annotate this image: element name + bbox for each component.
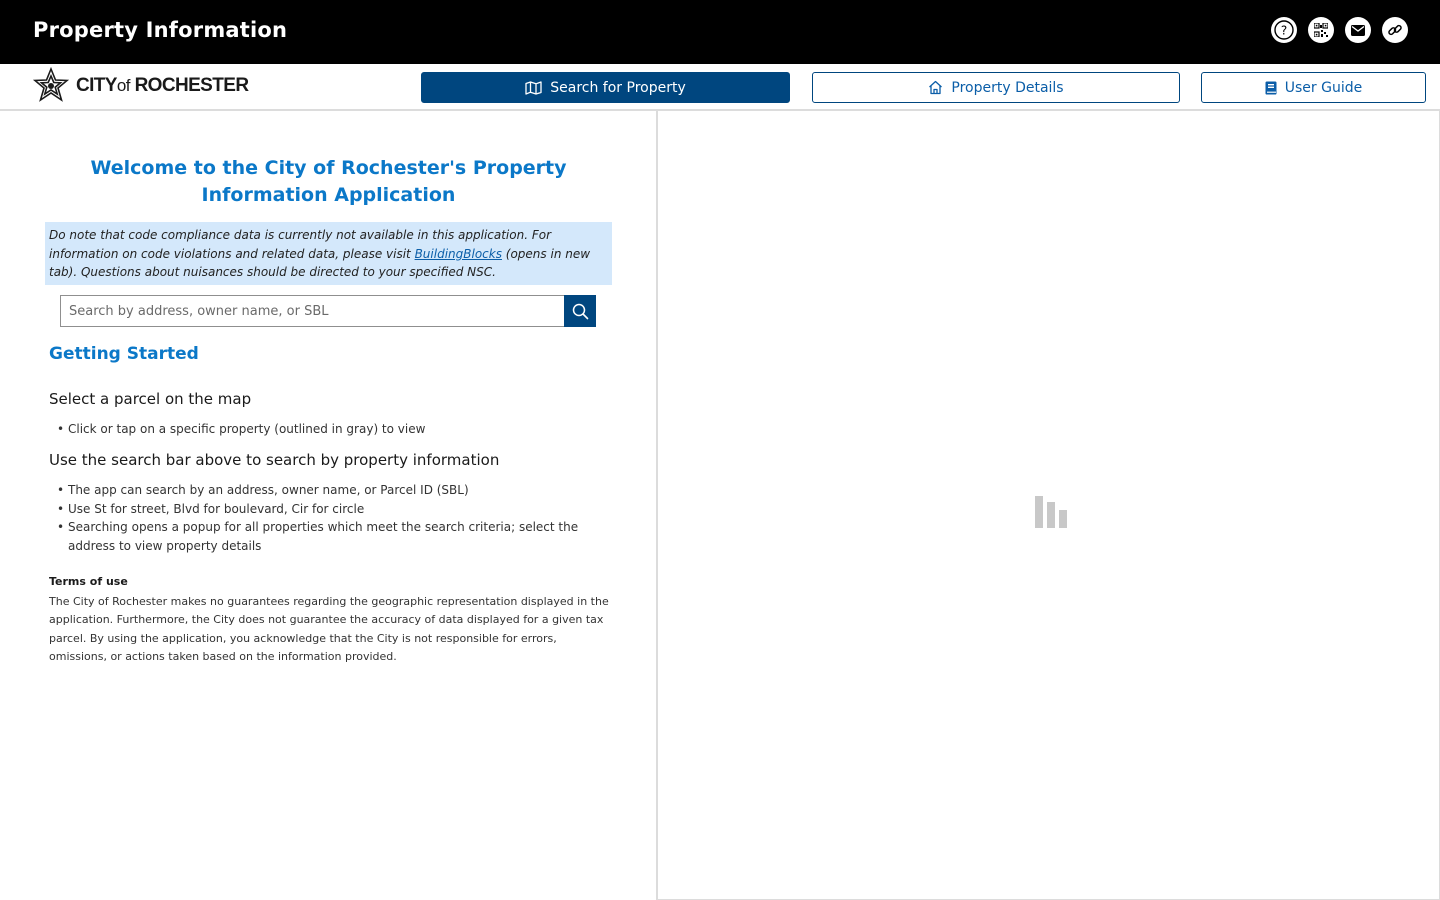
tab-guide-label: User Guide xyxy=(1284,79,1363,96)
qr-code-button[interactable] xyxy=(1308,17,1334,43)
loading-indicator xyxy=(1035,496,1069,530)
qr-code-icon xyxy=(1314,23,1328,37)
book-icon xyxy=(1265,81,1277,94)
city-emblem-icon xyxy=(32,67,70,102)
search-input[interactable] xyxy=(60,295,564,327)
search-icon xyxy=(572,303,588,319)
welcome-heading: Welcome to the City of Rochester's Prope… xyxy=(90,157,567,206)
tab-details-label: Property Details xyxy=(951,79,1064,96)
list-item: Use St for street, Blvd for boulevard, C… xyxy=(57,500,597,519)
app-header: Property Information ? xyxy=(0,0,1440,64)
tab-search-for-property[interactable]: Search for Property xyxy=(421,72,790,103)
search-bar-heading: Use the search bar above to search by pr… xyxy=(49,451,500,469)
loader-bar xyxy=(1059,510,1067,528)
list-item: The app can search by an address, owner … xyxy=(57,481,597,500)
terms-heading: Terms of use xyxy=(49,575,128,588)
tab-property-details[interactable]: Property Details xyxy=(812,72,1180,103)
compliance-notice: Do note that code compliance data is cur… xyxy=(45,222,612,285)
header-actions: ? xyxy=(1271,17,1408,43)
home-icon xyxy=(929,80,943,95)
city-logo[interactable]: CITYof ROCHESTER xyxy=(32,67,249,105)
select-parcel-heading: Select a parcel on the map xyxy=(49,390,252,408)
map-view[interactable] xyxy=(658,111,1440,900)
email-icon xyxy=(1351,24,1365,36)
buildingblocks-link[interactable]: BuildingBlocks xyxy=(415,247,502,261)
select-parcel-list: Click or tap on a specific property (out… xyxy=(57,420,597,439)
search-tips-list: The app can search by an address, owner … xyxy=(57,481,597,555)
tab-search-label: Search for Property xyxy=(550,79,686,96)
email-button[interactable] xyxy=(1345,17,1371,43)
property-search xyxy=(60,295,596,327)
svg-text:?: ? xyxy=(1281,24,1287,38)
link-icon xyxy=(1388,24,1402,36)
loader-bar xyxy=(1047,502,1055,528)
getting-started-heading: Getting Started xyxy=(49,344,199,364)
loader-bar xyxy=(1035,496,1043,528)
list-item: Click or tap on a specific property (out… xyxy=(57,420,597,439)
nav-bar: CITYof ROCHESTER Search for Property Pro… xyxy=(0,64,1440,111)
app-title: Property Information xyxy=(33,18,288,42)
terms-text: The City of Rochester makes no guarantee… xyxy=(49,595,609,663)
share-link-button[interactable] xyxy=(1382,17,1408,43)
city-logo-wordmark: CITYof ROCHESTER xyxy=(76,75,249,96)
help-button[interactable]: ? xyxy=(1271,17,1297,43)
list-item: Searching opens a popup for all properti… xyxy=(57,518,597,555)
search-button[interactable] xyxy=(564,295,596,327)
help-icon: ? xyxy=(1274,20,1294,40)
map-icon xyxy=(525,80,542,95)
info-panel: Welcome to the City of Rochester's Prope… xyxy=(0,111,658,900)
tab-user-guide[interactable]: User Guide xyxy=(1201,72,1426,103)
